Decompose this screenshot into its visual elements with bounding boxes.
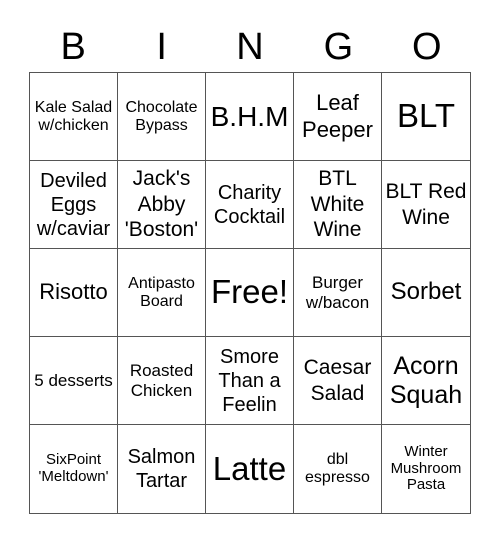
- bingo-cell[interactable]: Deviled Eggs w/caviar: [30, 161, 118, 249]
- header-letter-b: B: [60, 26, 86, 68]
- bingo-cell[interactable]: Chocolate Bypass: [118, 73, 206, 161]
- bingo-cell[interactable]: Sorbet: [382, 249, 470, 337]
- bingo-cell[interactable]: Roasted Chicken: [118, 337, 206, 425]
- header-letter-o: O: [412, 26, 442, 68]
- bingo-cell[interactable]: Acorn Squah: [382, 337, 470, 425]
- header-letter-g: G: [323, 26, 354, 68]
- bingo-cell[interactable]: Burger w/bacon: [294, 249, 382, 337]
- bingo-cell free-space[interactable]: Free!: [206, 249, 294, 337]
- bingo-cell[interactable]: SixPoint 'Meltdown': [30, 425, 118, 513]
- bingo-cell[interactable]: BTL White Wine: [294, 161, 382, 249]
- bingo-grid: Kale Salad w/chicken Chocolate Bypass B.…: [29, 72, 471, 514]
- bingo-cell[interactable]: Kale Salad w/chicken: [30, 73, 118, 161]
- bingo-cell[interactable]: BLT: [382, 73, 470, 161]
- bingo-cell[interactable]: Smore Than a Feelin: [206, 337, 294, 425]
- bingo-cell[interactable]: BLT Red Wine: [382, 161, 470, 249]
- bingo-cell[interactable]: 5 desserts: [30, 337, 118, 425]
- bingo-cell[interactable]: Caesar Salad: [294, 337, 382, 425]
- header-letter-n: N: [236, 26, 264, 68]
- bingo-cell[interactable]: Jack's Abby 'Boston': [118, 161, 206, 249]
- bingo-cell[interactable]: Latte: [206, 425, 294, 513]
- header-letter-i: I: [156, 26, 167, 68]
- bingo-cell[interactable]: Antipasto Board: [118, 249, 206, 337]
- bingo-cell[interactable]: Winter Mushroom Pasta: [382, 425, 470, 513]
- bingo-cell[interactable]: Risotto: [30, 249, 118, 337]
- bingo-cell[interactable]: Salmon Tartar: [118, 425, 206, 513]
- bingo-header: B I N G O: [29, 22, 471, 72]
- bingo-cell[interactable]: dbl espresso: [294, 425, 382, 513]
- bingo-cell[interactable]: Charity Cocktail: [206, 161, 294, 249]
- bingo-cell[interactable]: B.H.M: [206, 73, 294, 161]
- bingo-cell[interactable]: Leaf Peeper: [294, 73, 382, 161]
